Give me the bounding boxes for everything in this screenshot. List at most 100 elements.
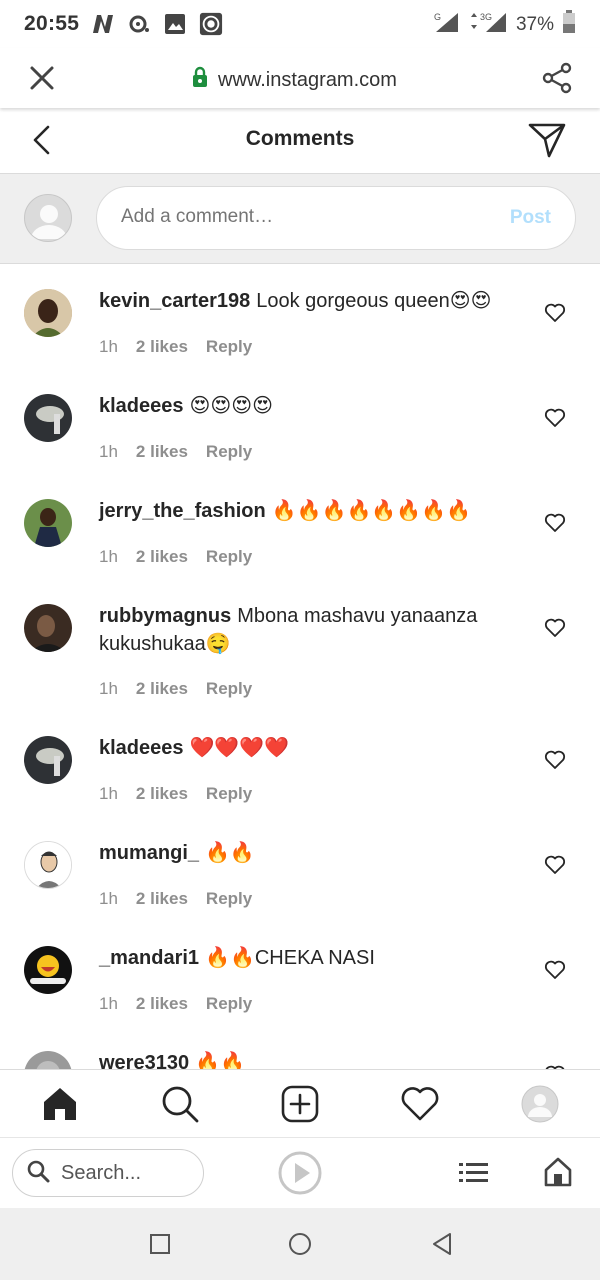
comment-username[interactable]: kladeees: [99, 737, 184, 759]
comment-username[interactable]: _mandari1: [99, 947, 199, 969]
avatar[interactable]: [24, 841, 72, 889]
comment-username[interactable]: kevin_carter198: [99, 290, 250, 312]
new-post-icon[interactable]: [280, 1084, 320, 1124]
browser-search-label: Search...: [61, 1161, 142, 1184]
heart-icon[interactable]: [544, 513, 566, 533]
avatar[interactable]: [24, 394, 72, 442]
comment-input[interactable]: [121, 206, 481, 228]
comment-meta: 1h 2 likes Reply: [99, 994, 252, 1014]
comment-likes[interactable]: 2 likes: [136, 547, 188, 567]
instagram-bottom-nav: [0, 1069, 600, 1137]
avatar[interactable]: [24, 736, 72, 784]
home-circle-icon[interactable]: [288, 1232, 312, 1256]
comment-body: 😍😍😍😍: [189, 395, 273, 417]
comment-time: 1h: [99, 889, 118, 908]
comment-time: 1h: [99, 679, 118, 698]
recents-square-icon[interactable]: [148, 1232, 172, 1256]
reply-button[interactable]: Reply: [206, 889, 252, 909]
back-triangle-icon[interactable]: [430, 1232, 454, 1256]
comment-time: 1h: [99, 337, 118, 356]
comment-meta: 1h 2 likes Reply: [99, 547, 252, 567]
play-icon[interactable]: [278, 1151, 322, 1195]
comments-header: Comments: [0, 108, 600, 174]
comment-meta: 1h 2 likes Reply: [99, 784, 252, 804]
battery-icon: [562, 10, 576, 39]
user-avatar: [24, 194, 72, 242]
comment-username[interactable]: were3130: [99, 1052, 189, 1069]
direct-message-icon[interactable]: [528, 122, 566, 158]
comment-likes[interactable]: 2 likes: [136, 994, 188, 1014]
signal-g-icon: G: [434, 11, 460, 38]
avatar[interactable]: [24, 289, 72, 337]
menu-list-icon[interactable]: [458, 1160, 490, 1186]
avatar[interactable]: [24, 499, 72, 547]
comment-meta: 1h 2 likes Reply: [99, 442, 252, 462]
comment-text: kladeees 😍😍😍😍: [99, 392, 519, 420]
profile-avatar-icon[interactable]: [520, 1084, 560, 1124]
comment-likes[interactable]: 2 likes: [136, 679, 188, 699]
search-icon: [25, 1158, 51, 1189]
gallery-icon: [163, 12, 187, 36]
comment-composer: Post: [0, 174, 600, 264]
comment-list: kevin_carter198 Look gorgeous queen😍😍 1h …: [0, 265, 600, 1069]
reply-button[interactable]: Reply: [206, 337, 252, 357]
comment-time: 1h: [99, 442, 118, 461]
url-text: www.instagram.com: [218, 68, 397, 91]
status-bar: 20:55 G 3G 37%: [0, 0, 600, 48]
bird-icon: [127, 12, 151, 36]
comment-username[interactable]: rubbymagnus: [99, 605, 231, 627]
battery-percent: 37%: [515, 13, 554, 35]
record-icon: [199, 12, 223, 36]
comment-likes[interactable]: 2 likes: [136, 442, 188, 462]
search-icon[interactable]: [160, 1084, 200, 1124]
comment-body: 🔥🔥CHEKA NASI: [205, 947, 375, 969]
comment-username[interactable]: jerry_the_fashion: [99, 500, 266, 522]
reply-button[interactable]: Reply: [206, 679, 252, 699]
comment-text: jerry_the_fashion 🔥🔥🔥🔥🔥🔥🔥🔥: [99, 497, 519, 525]
heart-icon[interactable]: [544, 303, 566, 323]
heart-icon[interactable]: [544, 618, 566, 638]
comment-body: Look gorgeous queen😍😍: [256, 290, 492, 312]
browser-home-icon[interactable]: [544, 1157, 572, 1187]
comment-time: 1h: [99, 547, 118, 566]
comment-time: 1h: [99, 994, 118, 1013]
heart-icon[interactable]: [544, 408, 566, 428]
activity-heart-icon[interactable]: [400, 1084, 440, 1124]
browser-bottom-bar: Search...: [0, 1137, 600, 1208]
comment-username[interactable]: mumangi_: [99, 842, 199, 864]
comment-text: mumangi_ 🔥🔥: [99, 839, 519, 867]
comment-likes[interactable]: 2 likes: [136, 889, 188, 909]
status-notification-icons: [91, 12, 223, 36]
heart-icon[interactable]: [544, 855, 566, 875]
heart-icon[interactable]: [544, 750, 566, 770]
reply-button[interactable]: Reply: [206, 784, 252, 804]
comment-likes[interactable]: 2 likes: [136, 337, 188, 357]
home-icon[interactable]: [40, 1084, 80, 1124]
lock-icon: [192, 66, 208, 94]
comment-body: 🔥🔥: [195, 1052, 245, 1069]
heart-icon[interactable]: [544, 960, 566, 980]
browser-toolbar: www.instagram.com: [0, 48, 600, 108]
browser-search-box[interactable]: Search...: [12, 1149, 204, 1197]
comment-input-box: Post: [96, 186, 576, 250]
avatar[interactable]: [24, 946, 72, 994]
reply-button[interactable]: Reply: [206, 442, 252, 462]
comment-username[interactable]: kladeees: [99, 395, 184, 417]
netflix-icon: [91, 12, 115, 36]
close-icon[interactable]: [28, 64, 56, 92]
share-icon[interactable]: [540, 61, 574, 95]
post-button[interactable]: Post: [510, 207, 551, 229]
status-right: G 3G 37%: [434, 10, 576, 39]
reply-button[interactable]: Reply: [206, 994, 252, 1014]
comment-meta: 1h 2 likes Reply: [99, 337, 252, 357]
comment-meta: 1h 2 likes Reply: [99, 889, 252, 909]
address-bar[interactable]: www.instagram.com: [192, 66, 397, 94]
signal-3g-icon: 3G: [468, 11, 508, 38]
comment-likes[interactable]: 2 likes: [136, 784, 188, 804]
avatar[interactable]: [24, 604, 72, 652]
comment-time: 1h: [99, 784, 118, 803]
comment-text: were3130 🔥🔥: [99, 1049, 519, 1069]
page-title: Comments: [245, 127, 355, 150]
avatar[interactable]: [24, 1051, 72, 1069]
reply-button[interactable]: Reply: [206, 547, 252, 567]
